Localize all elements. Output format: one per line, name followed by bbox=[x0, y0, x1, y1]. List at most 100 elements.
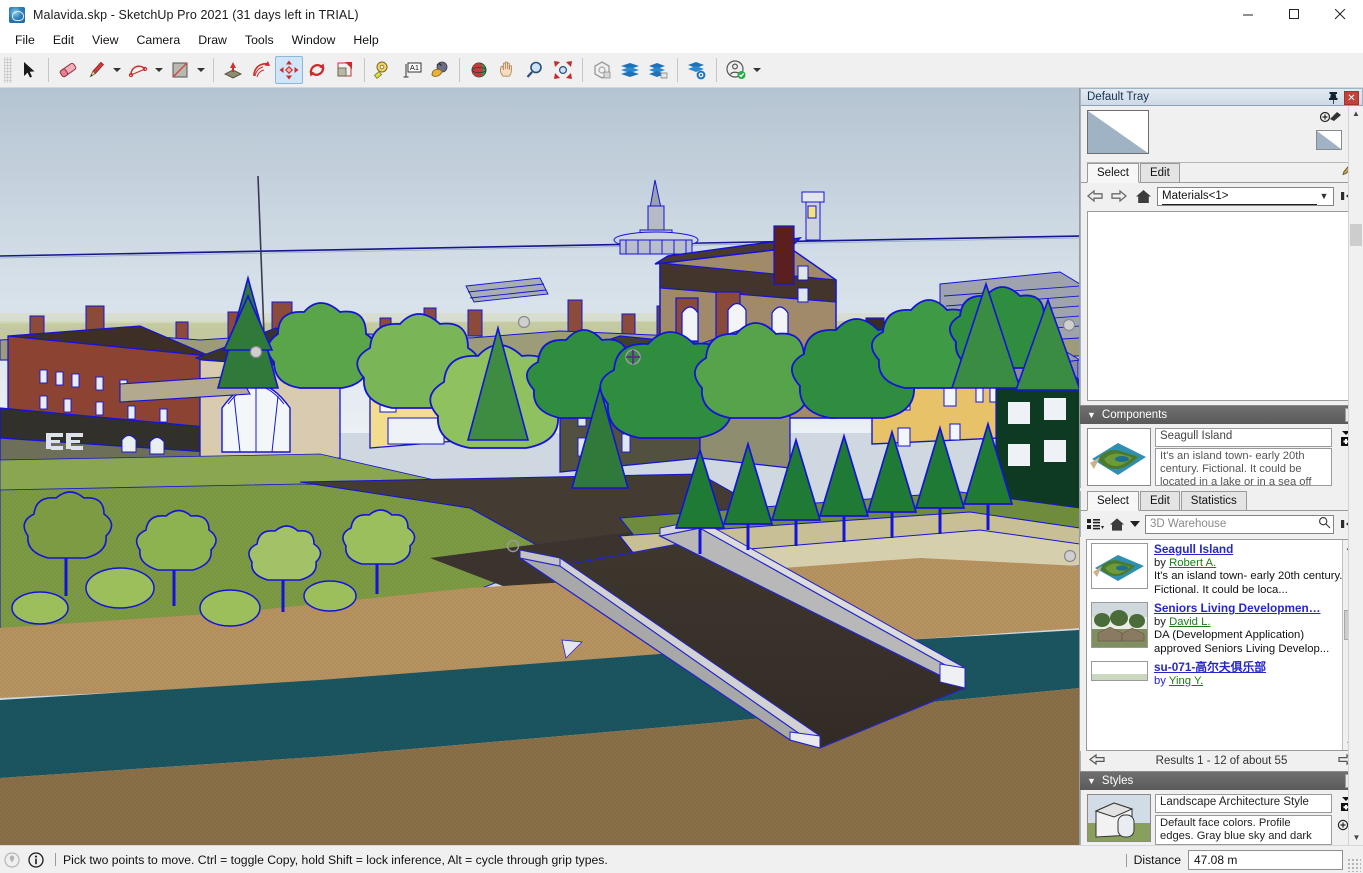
result-title[interactable]: Seagull Island bbox=[1154, 543, 1352, 557]
materials-nav-row: Materials<1> ▼ bbox=[1081, 183, 1362, 209]
move-tool[interactable] bbox=[275, 56, 303, 84]
by-prefix: by bbox=[1154, 556, 1170, 569]
arc-tool-dropdown[interactable] bbox=[152, 56, 166, 84]
followme-tool[interactable] bbox=[247, 56, 275, 84]
close-button[interactable] bbox=[1317, 0, 1363, 29]
scale-tool[interactable] bbox=[331, 56, 359, 84]
components-home-icon[interactable] bbox=[1109, 514, 1125, 534]
sketchup-3d-viewport[interactable] bbox=[0, 88, 1080, 845]
title-bar: Malavida.skp - SketchUp Pro 2021 (31 day… bbox=[0, 0, 1363, 29]
tab-components-select[interactable]: Select bbox=[1087, 491, 1139, 511]
component-search-input[interactable]: 3D Warehouse bbox=[1145, 514, 1334, 534]
result-author-line: by David L. bbox=[1154, 616, 1352, 630]
model-info-tool[interactable] bbox=[616, 56, 644, 84]
rectangle-tool-dropdown[interactable] bbox=[194, 56, 208, 84]
tape-measure-tool[interactable] bbox=[370, 56, 398, 84]
line-tool-dropdown[interactable] bbox=[110, 56, 124, 84]
pager-prev-icon[interactable] bbox=[1089, 753, 1105, 769]
pushpull-tool[interactable] bbox=[219, 56, 247, 84]
minimize-button[interactable] bbox=[1225, 0, 1271, 29]
result-title[interactable]: su-071-高尔夫俱乐部 bbox=[1154, 661, 1352, 675]
view-options-icon[interactable] bbox=[1085, 514, 1105, 534]
zoom-tool[interactable] bbox=[521, 56, 549, 84]
eraser-tool[interactable] bbox=[54, 56, 82, 84]
style-name: Landscape Architecture Style bbox=[1155, 794, 1332, 813]
measurement-box: Distance 47.08 m bbox=[1119, 846, 1363, 873]
measurement-input[interactable]: 47.08 m bbox=[1188, 850, 1343, 870]
tray-scroll-up-icon[interactable]: ▲ bbox=[1349, 106, 1363, 121]
forward-icon[interactable] bbox=[1109, 186, 1129, 206]
component-thumbnail[interactable] bbox=[1087, 428, 1151, 486]
menu-camera[interactable]: Camera bbox=[127, 30, 189, 50]
styles-panel-header[interactable]: ▼ Styles ✕ bbox=[1080, 771, 1363, 790]
menu-edit[interactable]: Edit bbox=[44, 30, 83, 50]
material-preview-swatch[interactable] bbox=[1087, 110, 1149, 154]
line-tool[interactable] bbox=[82, 56, 110, 84]
chevron-down-icon bbox=[113, 68, 121, 72]
menu-help[interactable]: Help bbox=[344, 30, 387, 50]
components-panel-header[interactable]: ▼ Components ✕ bbox=[1080, 405, 1363, 424]
account-dropdown[interactable] bbox=[750, 56, 764, 84]
tab-materials-edit[interactable]: Edit bbox=[1139, 163, 1180, 182]
tray-scrollbar-thumb[interactable] bbox=[1350, 224, 1362, 246]
toolbar-separator bbox=[459, 58, 460, 82]
paint-bucket-tool[interactable] bbox=[426, 56, 454, 84]
menu-bar: File Edit View Camera Draw Tools Window … bbox=[0, 29, 1363, 52]
tab-components-edit[interactable]: Edit bbox=[1139, 491, 1180, 510]
result-title[interactable]: Seniors Living Developmen… bbox=[1154, 602, 1352, 616]
result-description: It's an island town- early 20th century.… bbox=[1154, 570, 1343, 596]
orbit-tool[interactable] bbox=[465, 56, 493, 84]
pan-tool[interactable] bbox=[493, 56, 521, 84]
material-collection-select[interactable]: Materials<1> ▼ bbox=[1157, 186, 1334, 206]
zoom-extents-tool[interactable] bbox=[549, 56, 577, 84]
geo-location-icon[interactable] bbox=[0, 851, 24, 868]
style-meta: Landscape Architecture Style Default fac… bbox=[1155, 794, 1332, 845]
pin-icon[interactable] bbox=[1328, 91, 1339, 107]
result-author[interactable]: Ying Y. bbox=[1169, 675, 1203, 687]
style-thumbnail[interactable] bbox=[1087, 794, 1151, 842]
maximize-button[interactable] bbox=[1271, 0, 1317, 29]
menu-tools[interactable]: Tools bbox=[236, 30, 283, 50]
home-icon[interactable] bbox=[1133, 186, 1153, 206]
tray-scroll-down-icon[interactable]: ▼ bbox=[1349, 830, 1363, 845]
menu-view[interactable]: View bbox=[83, 30, 127, 50]
pager-text: Results 1 - 12 of about 55 bbox=[1155, 755, 1288, 767]
materials-tabs: Select Edit bbox=[1081, 160, 1362, 183]
select-tool[interactable] bbox=[15, 56, 43, 84]
list-item[interactable]: su-071-高尔夫俱乐部 by Ying Y. bbox=[1087, 658, 1356, 690]
list-item[interactable]: Seniors Living Developmen… by David L. D… bbox=[1087, 599, 1356, 658]
rectangle-tool[interactable] bbox=[166, 56, 194, 84]
resize-grip[interactable] bbox=[1347, 858, 1361, 872]
menu-draw[interactable]: Draw bbox=[189, 30, 236, 50]
component-results-list[interactable]: Seagull Island by Robert A. It's an isla… bbox=[1086, 539, 1357, 751]
chevron-down-icon[interactable] bbox=[1129, 514, 1141, 534]
back-icon[interactable] bbox=[1085, 186, 1105, 206]
result-thumbnail bbox=[1091, 543, 1148, 589]
info-icon[interactable] bbox=[24, 851, 48, 868]
tab-materials-select[interactable]: Select bbox=[1087, 163, 1139, 183]
tray-close-button[interactable]: ✕ bbox=[1344, 91, 1359, 105]
manage-layers-tool[interactable] bbox=[683, 56, 711, 84]
search-icon[interactable] bbox=[1318, 516, 1331, 532]
secondary-material-swatch[interactable] bbox=[1316, 130, 1342, 150]
list-item[interactable]: Seagull Island by Robert A. It's an isla… bbox=[1087, 540, 1356, 599]
menu-window[interactable]: Window bbox=[283, 30, 345, 50]
tab-components-statistics[interactable]: Statistics bbox=[1180, 491, 1247, 510]
section-plane-tool[interactable] bbox=[588, 56, 616, 84]
result-author[interactable]: David L. bbox=[1169, 616, 1210, 628]
result-author[interactable]: Robert A. bbox=[1169, 557, 1216, 569]
arc-tool[interactable] bbox=[124, 56, 152, 84]
account-button[interactable] bbox=[722, 56, 750, 84]
rotate-tool[interactable] bbox=[303, 56, 331, 84]
chevron-down-icon: ▼ bbox=[1319, 191, 1329, 201]
default-tray: Default Tray ✕ Select Edit Materials<1> … bbox=[1080, 88, 1363, 845]
toolbar-separator bbox=[213, 58, 214, 82]
toolbar-grip[interactable] bbox=[4, 57, 12, 83]
result-thumbnail bbox=[1091, 602, 1148, 648]
text-tool[interactable]: A1 bbox=[398, 56, 426, 84]
tray-scroll-bar[interactable]: ▲ ▼ bbox=[1348, 106, 1363, 845]
menu-file[interactable]: File bbox=[6, 30, 44, 50]
create-material-icon[interactable] bbox=[1319, 109, 1342, 128]
layers-tool[interactable] bbox=[644, 56, 672, 84]
materials-list[interactable] bbox=[1087, 211, 1356, 401]
